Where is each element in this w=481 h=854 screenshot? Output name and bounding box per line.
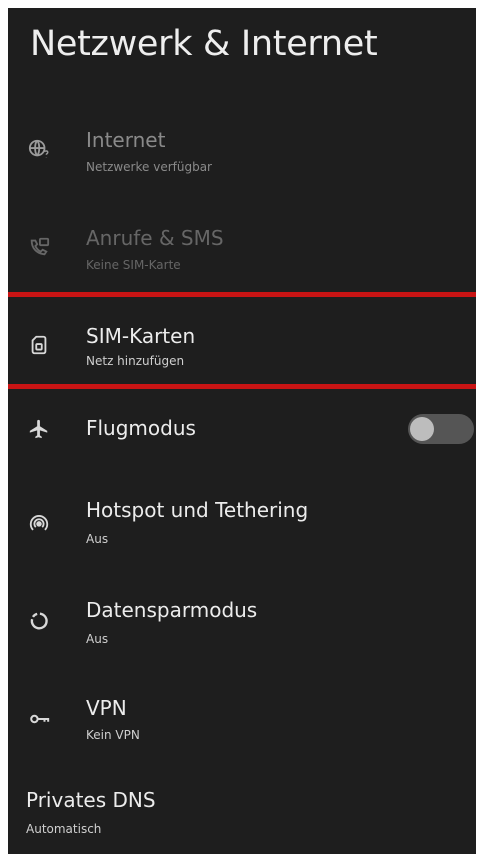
airplane-icon [28,418,50,440]
settings-item-sim-cards[interactable]: SIM-Karten Netz hinzufügen [8,308,476,380]
settings-item-data-saver[interactable]: Datensparmodus Aus [8,588,476,652]
airplane-mode-toggle[interactable] [408,414,474,444]
item-title: Datensparmodus [86,598,258,622]
item-title: Anrufe & SMS [86,226,224,250]
settings-item-calls-sms[interactable]: Anrufe & SMS Keine SIM-Karte [8,216,476,280]
item-title: Internet [86,128,166,152]
settings-item-private-dns[interactable]: Privates DNS Automatisch [8,784,476,848]
item-subtitle: Aus [86,632,109,646]
item-title: Flugmodus [86,416,196,440]
settings-item-internet[interactable]: Internet Netzwerke verfügbar [8,118,476,182]
settings-item-vpn[interactable]: VPN Kein VPN [8,688,476,752]
sim-card-icon [28,334,50,356]
settings-screen: Netzwerk & Internet Internet Netzwerke v… [8,8,476,854]
item-subtitle: Netz hinzufügen [86,354,185,368]
data-saver-icon [28,610,50,632]
toggle-knob [410,417,434,441]
item-title: SIM-Karten [86,324,196,348]
highlight-border-top [8,292,476,297]
page-title: Netzwerk & Internet [30,24,378,64]
hotspot-icon [28,512,50,534]
item-subtitle: Kein VPN [86,728,140,742]
item-subtitle: Netzwerke verfügbar [86,160,212,174]
item-title: Privates DNS [26,788,156,812]
item-title: Hotspot und Tethering [86,498,309,522]
vpn-key-icon [28,708,50,730]
item-subtitle: Keine SIM-Karte [86,258,181,272]
item-subtitle: Aus [86,532,109,546]
highlight-border-bottom [8,384,476,389]
settings-item-hotspot[interactable]: Hotspot und Tethering Aus [8,486,476,550]
item-subtitle: Automatisch [26,822,102,836]
globe-question-icon [28,138,50,160]
settings-item-airplane-mode[interactable]: Flugmodus [8,404,476,456]
phone-message-icon [28,236,50,258]
item-title: VPN [86,696,127,720]
